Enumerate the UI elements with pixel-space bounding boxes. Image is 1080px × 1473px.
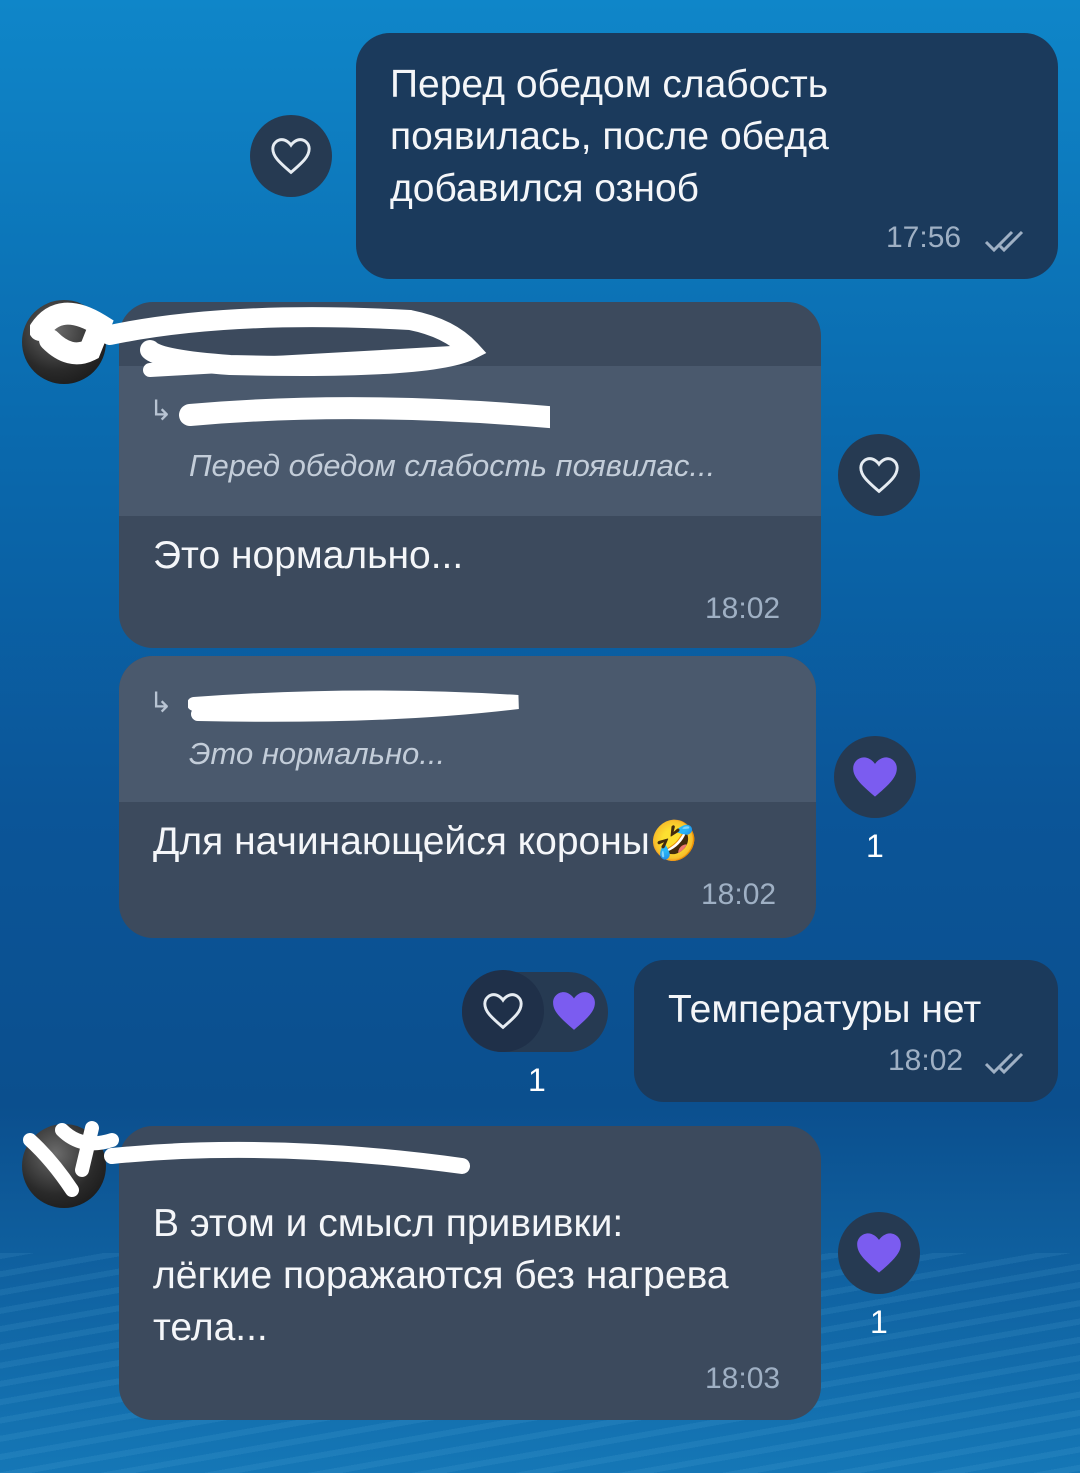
- reply-arrow-icon: ↳: [149, 687, 173, 718]
- message-bubble-outgoing[interactable]: Перед обедом слабость появилась, после о…: [356, 33, 1058, 279]
- add-reaction-button[interactable]: [462, 970, 544, 1052]
- message-bubble-outgoing[interactable]: Температуры нет 18:02: [634, 960, 1058, 1102]
- message-time: 18:03: [705, 1362, 781, 1395]
- heart-outline-icon: [483, 993, 523, 1030]
- reaction-heart-button[interactable]: [838, 1212, 920, 1294]
- redaction-scribble: [188, 690, 519, 722]
- quote-text: Это нормально...: [189, 736, 446, 771]
- reaction-count: 1: [528, 1062, 546, 1098]
- message-text: Температуры нет: [668, 988, 982, 1031]
- message-time: 17:56: [886, 221, 962, 254]
- message-text-body: Для начинающейся короны: [153, 820, 650, 863]
- redaction-scribble: [23, 1121, 470, 1197]
- reaction-heart-button[interactable]: [834, 736, 916, 818]
- double-check-icon: [984, 1052, 1024, 1075]
- add-reaction-button[interactable]: [250, 115, 332, 197]
- heart-outline-icon: [859, 457, 899, 494]
- message-text: Это нормально...: [153, 534, 464, 577]
- message-time: 18:02: [701, 878, 777, 911]
- reaction-count: 1: [870, 1304, 888, 1340]
- reply-quote[interactable]: ↳ Это нормально...: [119, 656, 816, 802]
- message-text: Перед обедом слабость появилась, после о…: [390, 63, 829, 210]
- add-reaction-button[interactable]: [838, 434, 920, 516]
- redaction-scribble: [30, 302, 550, 429]
- heart-outline-icon: [271, 138, 311, 175]
- reaction-count: 1: [866, 828, 884, 864]
- message-time: 18:02: [705, 592, 781, 625]
- heart-filled-icon[interactable]: [548, 988, 600, 1034]
- quote-text: Перед обедом слабость появилас...: [189, 448, 716, 483]
- double-check-icon: [984, 230, 1024, 253]
- emoji-rofl: 🤣: [649, 819, 699, 864]
- heart-filled-icon: [853, 757, 897, 797]
- message-text: Для начинающейся короны🤣: [153, 816, 698, 868]
- message-time: 18:02: [888, 1044, 964, 1077]
- heart-filled-icon: [857, 1233, 901, 1273]
